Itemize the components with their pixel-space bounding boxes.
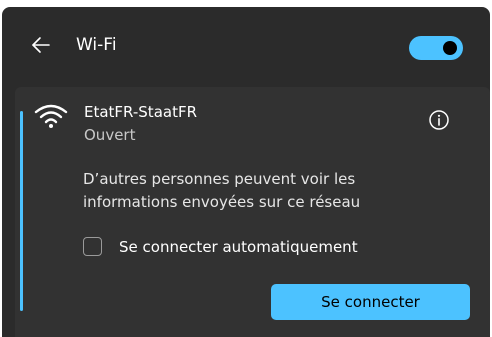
connect-button[interactable]: Se connecter [271,284,470,320]
screen: Wi-Fi EtatFR-StaatFR Ouvert D’autres per… [0,0,492,337]
wifi-icon [34,103,68,129]
privacy-warning-line-2: informations envoyées sur ce réseau [83,193,361,211]
wifi-toggle[interactable] [409,36,463,60]
toggle-knob [443,41,457,55]
wifi-flyout: Wi-Fi EtatFR-StaatFR Ouvert D’autres per… [2,7,490,337]
network-name: EtatFR-StaatFR [84,103,198,121]
auto-connect-checkbox[interactable] [83,237,102,256]
network-status: Ouvert [84,126,136,144]
page-title: Wi-Fi [76,35,117,55]
selection-indicator [20,111,23,311]
network-card: EtatFR-StaatFR Ouvert D’autres personnes… [15,87,490,337]
auto-connect-label: Se connecter automatiquement [119,238,358,256]
privacy-warning-line-1: D’autres personnes peuvent voir les [83,170,356,188]
wifi-header: Wi-Fi [2,7,490,79]
info-icon[interactable] [428,109,450,131]
back-arrow-icon[interactable] [30,34,52,56]
